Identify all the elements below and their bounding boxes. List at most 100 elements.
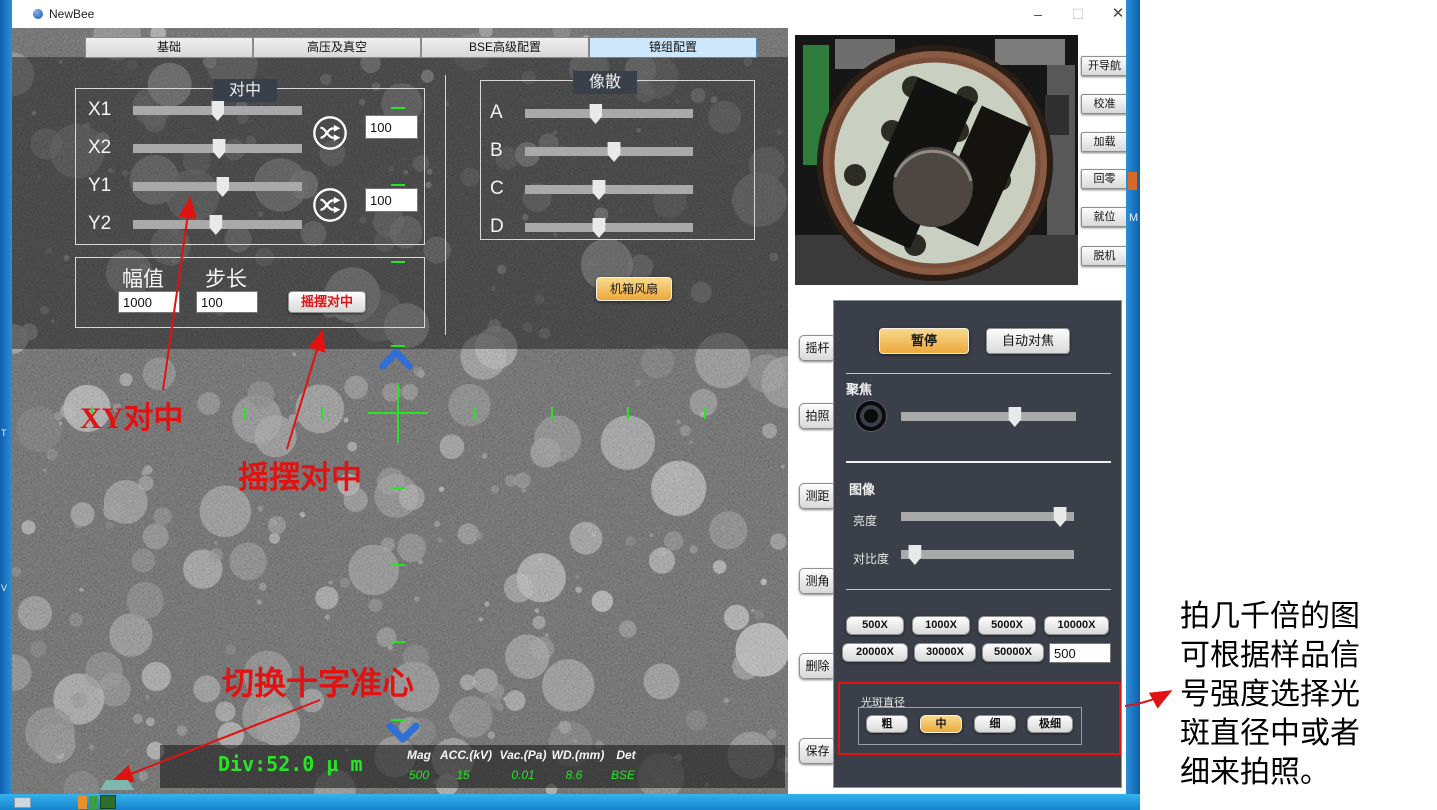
- note-arrow: [1115, 675, 1190, 720]
- joystick-button[interactable]: 摇杆: [799, 335, 836, 361]
- close-button[interactable]: ✕: [1104, 4, 1132, 24]
- status-acc-header: ACC.(kV): [440, 748, 492, 762]
- mag-500x-button[interactable]: 500X: [846, 616, 904, 635]
- load-button[interactable]: 加载: [1081, 132, 1128, 152]
- mag-50000x-button[interactable]: 50000X: [982, 643, 1044, 662]
- astig-d-label: D: [490, 216, 504, 238]
- taskbar[interactable]: [0, 794, 1140, 810]
- step-input[interactable]: [196, 291, 258, 313]
- x2-slider-thumb[interactable]: [213, 139, 226, 159]
- focus-label: 聚焦: [846, 379, 872, 398]
- division-readout: Div:52.0 μ m: [218, 752, 363, 776]
- brightness-slider[interactable]: [901, 507, 1074, 527]
- y2-slider-thumb[interactable]: [209, 215, 222, 235]
- offline-button[interactable]: 脱机: [1081, 246, 1128, 266]
- astig-c-slider[interactable]: [525, 180, 693, 200]
- mag-1000x-button[interactable]: 1000X: [912, 616, 970, 635]
- centering-title: 对中: [213, 79, 277, 102]
- astig-b-label: B: [490, 140, 503, 162]
- astig-c-thumb[interactable]: [592, 180, 605, 200]
- status-det-value: BSE: [611, 768, 635, 782]
- title-bar[interactable]: NewBee – ☐ ✕: [12, 0, 1126, 28]
- tab-bse-advanced[interactable]: BSE高级配置: [421, 37, 589, 58]
- y2-slider[interactable]: [133, 215, 302, 235]
- swap-y-input[interactable]: [365, 188, 418, 212]
- tab-basic[interactable]: 基础: [85, 37, 253, 58]
- camera-feed: [795, 35, 1078, 285]
- open-navigation-button[interactable]: 开导航: [1081, 56, 1128, 76]
- control-panel: 暂停 自动对焦 聚焦 图像 亮度 对比度 500X 1000X 5000X 10…: [833, 300, 1122, 788]
- mag-5000x-button[interactable]: 5000X: [978, 616, 1036, 635]
- taskbar-icon[interactable]: [100, 795, 116, 809]
- measure-angle-button[interactable]: 测角: [799, 568, 836, 594]
- mag-10000x-button[interactable]: 10000X: [1044, 616, 1109, 635]
- swap-x-icon[interactable]: [311, 114, 349, 152]
- astig-d-slider[interactable]: [525, 218, 693, 238]
- swap-x-input[interactable]: [365, 115, 418, 139]
- brightness-slider-thumb[interactable]: [1054, 507, 1067, 527]
- delete-button[interactable]: 删除: [799, 653, 836, 679]
- amplitude-input[interactable]: [118, 291, 180, 313]
- sample-stage-photo: [795, 35, 1078, 285]
- toggle-crosshair-note: 切换十字准心: [222, 658, 414, 704]
- maximize-button[interactable]: ☐: [1064, 4, 1092, 24]
- x1-label: X1: [88, 99, 111, 121]
- desktop-strip-left: T V: [0, 0, 12, 794]
- y1-slider[interactable]: [133, 177, 302, 197]
- y1-slider-thumb[interactable]: [216, 177, 229, 197]
- status-det-header: Det: [616, 748, 635, 762]
- desktop-icon[interactable]: [1128, 172, 1137, 190]
- save-button[interactable]: 保存: [799, 738, 836, 764]
- astig-a-thumb[interactable]: [589, 104, 602, 124]
- mag-20000x-button[interactable]: 20000X: [842, 643, 908, 662]
- sweep-centering-note: 摇摆对中: [238, 452, 362, 497]
- tutorial-note: 拍几千倍的图 可根据样品信 号强度选择光 斑直径中或者 细来拍照。: [1180, 597, 1437, 792]
- status-vac-value: 0.01: [511, 768, 534, 782]
- x1-slider-thumb[interactable]: [211, 101, 224, 121]
- calibrate-button[interactable]: 校准: [1081, 94, 1128, 114]
- xy-centering-note: XY对中: [80, 393, 183, 437]
- tab-hv-vacuum[interactable]: 高压及真空: [253, 37, 421, 58]
- focus-slider-thumb[interactable]: [1008, 407, 1021, 427]
- astigmatism-title: 像散: [573, 71, 637, 94]
- pause-button[interactable]: 暂停: [879, 328, 969, 354]
- spot-ultrafine-button[interactable]: 极细: [1027, 715, 1073, 733]
- snapshot-button[interactable]: 拍照: [799, 403, 836, 429]
- taskbar-icon[interactable]: [89, 796, 98, 809]
- contrast-slider[interactable]: [901, 545, 1074, 565]
- x2-slider[interactable]: [133, 139, 302, 159]
- swap-y-icon[interactable]: [311, 186, 349, 224]
- y1-label: Y1: [88, 175, 111, 197]
- astig-b-thumb[interactable]: [608, 142, 621, 162]
- tab-lens-config[interactable]: 镜组配置: [589, 37, 757, 58]
- astig-b-slider[interactable]: [525, 142, 693, 162]
- taskbar-icon[interactable]: [78, 796, 87, 809]
- spot-medium-button[interactable]: 中: [920, 715, 962, 733]
- screenshot-region: 基础 高压及真空 BSE高级配置 镜组配置 对中 X1 X2 Y1 Y2 幅值 …: [0, 0, 1140, 810]
- measure-distance-button[interactable]: 测距: [799, 483, 836, 509]
- status-mag-header: Mag: [407, 748, 431, 762]
- spot-fine-button[interactable]: 细: [974, 715, 1016, 733]
- spot-coarse-button[interactable]: 粗: [866, 715, 908, 733]
- home-zero-button[interactable]: 回零: [1081, 169, 1128, 189]
- mag-input[interactable]: [1049, 643, 1111, 663]
- status-wd-header: WD.(mm): [552, 748, 605, 762]
- sweep-centering-button[interactable]: 摇摆对中: [288, 291, 366, 313]
- chassis-fan-button[interactable]: 机箱风扇: [596, 277, 672, 301]
- in-position-button[interactable]: 就位: [1081, 207, 1128, 227]
- x2-label: X2: [88, 137, 111, 159]
- contrast-slider-thumb[interactable]: [908, 545, 921, 565]
- brightness-label: 亮度: [853, 512, 877, 529]
- focus-slider[interactable]: [901, 407, 1076, 427]
- panel-divider: [445, 75, 446, 335]
- taskbar-app-icon[interactable]: [14, 797, 31, 808]
- minimize-button[interactable]: –: [1024, 4, 1052, 24]
- mag-30000x-button[interactable]: 30000X: [914, 643, 976, 662]
- image-section-label: 图像: [849, 479, 875, 498]
- x1-slider[interactable]: [133, 101, 302, 121]
- autofocus-button[interactable]: 自动对焦: [986, 328, 1070, 354]
- amplitude-label: 幅值: [122, 263, 164, 293]
- astig-a-slider[interactable]: [525, 104, 693, 124]
- app-icon: [33, 9, 43, 19]
- astig-d-thumb[interactable]: [592, 218, 605, 238]
